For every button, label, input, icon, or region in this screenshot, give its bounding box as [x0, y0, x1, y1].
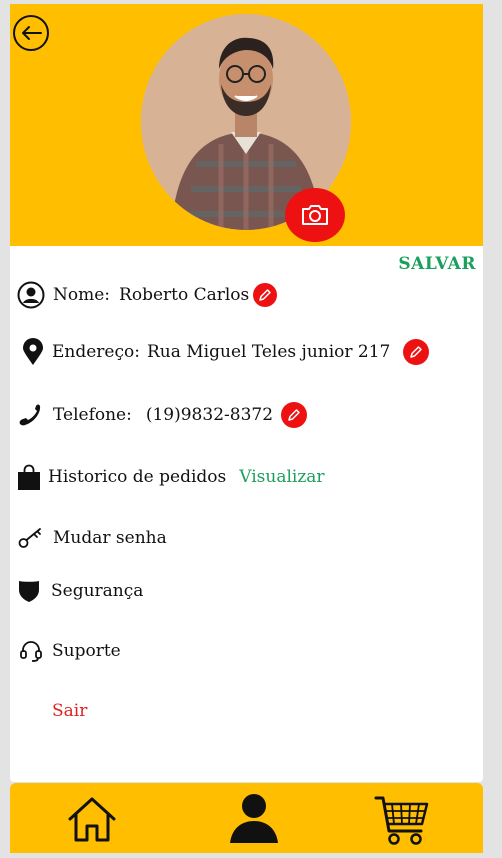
camera-icon — [302, 205, 328, 225]
headset-icon — [19, 639, 43, 663]
arrow-left-icon — [22, 26, 42, 40]
support-item[interactable]: Suporte — [19, 639, 121, 663]
view-orders-link[interactable]: Visualizar — [239, 467, 324, 487]
nav-cart[interactable] — [374, 795, 430, 847]
shopping-bag-icon — [18, 464, 40, 490]
nav-home[interactable] — [66, 795, 118, 843]
phone-value: (19)9832-8372 — [145, 405, 274, 425]
pencil-icon — [288, 409, 300, 421]
shield-icon — [18, 579, 40, 603]
bottom-nav — [10, 783, 483, 853]
phone-row: Telefone: (19)9832-8372 — [17, 402, 308, 428]
name-value: Roberto Carlos — [119, 285, 250, 305]
pencil-icon — [259, 289, 272, 301]
change-password-label: Mudar senha — [53, 528, 167, 548]
key-icon — [18, 527, 44, 549]
edit-phone-button[interactable] — [281, 402, 308, 428]
name-label: Nome: — [53, 285, 111, 305]
back-button[interactable] — [13, 15, 49, 51]
user-circle-icon — [17, 281, 45, 309]
support-label: Suporte — [52, 641, 121, 661]
home-icon — [68, 797, 116, 842]
phone-icon — [17, 404, 41, 426]
profile-header — [10, 4, 483, 246]
change-password-item[interactable]: Mudar senha — [18, 527, 167, 549]
logout-button[interactable]: Sair — [52, 701, 87, 721]
edit-address-button[interactable] — [403, 339, 430, 365]
address-label: Endereço: — [52, 342, 140, 362]
save-button[interactable]: SALVAR — [398, 254, 476, 274]
phone-label: Telefone: — [53, 405, 132, 425]
cart-icon — [374, 796, 429, 845]
security-item[interactable]: Segurança — [18, 579, 143, 603]
pencil-icon — [410, 346, 423, 358]
name-row: Nome: Roberto Carlos — [17, 281, 278, 309]
profile-icon — [230, 794, 278, 843]
location-pin-icon — [22, 338, 44, 366]
orders-label[interactable]: Historico de pedidos — [48, 467, 226, 487]
address-value: Rua Miguel Teles junior 217 — [146, 342, 391, 362]
nav-profile[interactable] — [229, 793, 279, 845]
profile-card: SALVAR Nome: Roberto Carlos Endereço: Ru… — [10, 4, 483, 782]
security-label: Segurança — [51, 581, 144, 601]
orders-row: Historico de pedidos Visualizar — [18, 464, 325, 490]
change-photo-button[interactable] — [285, 188, 345, 242]
edit-name-button[interactable] — [253, 283, 278, 307]
address-row: Endereço: Rua Miguel Teles junior 217 — [22, 338, 430, 366]
